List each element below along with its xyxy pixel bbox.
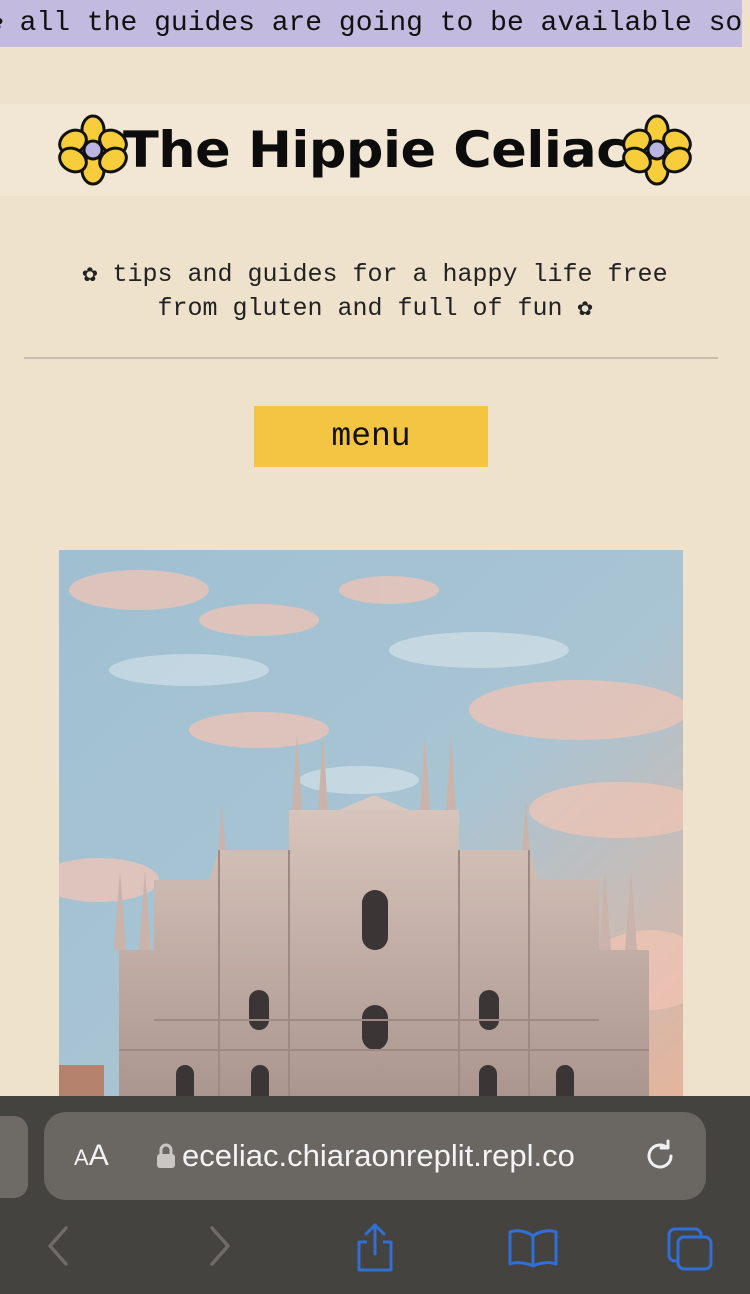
menu-button[interactable]: menu bbox=[254, 406, 488, 467]
reload-icon[interactable] bbox=[642, 1138, 678, 1174]
divider bbox=[24, 357, 718, 359]
site-title: The Hippie Celiac bbox=[123, 121, 627, 179]
banner-text: ✿ all the guides are going to be availab… bbox=[0, 8, 742, 39]
back-icon[interactable] bbox=[44, 1222, 72, 1270]
share-icon[interactable] bbox=[354, 1222, 396, 1274]
site-header: The Hippie Celiac bbox=[0, 104, 750, 196]
tabs-icon[interactable] bbox=[666, 1226, 714, 1272]
tagline-line-2: from gluten and full of fun ✿ bbox=[157, 294, 593, 323]
cathedral-photo bbox=[59, 550, 683, 1110]
tagline-line-1: ✿ tips and guides for a happy life free bbox=[82, 260, 668, 289]
text-size-button[interactable]: AA bbox=[74, 1136, 109, 1178]
site-tagline: ✿ tips and guides for a happy life free … bbox=[0, 258, 750, 326]
bookmarks-icon[interactable] bbox=[507, 1228, 559, 1268]
url-text[interactable]: eceliac.chiaraonreplit.repl.co bbox=[182, 1136, 632, 1176]
flower-icon bbox=[622, 114, 692, 186]
browser-toolbar: AA eceliac.chiaraonreplit.repl.co bbox=[0, 1096, 750, 1294]
forward-icon[interactable] bbox=[206, 1222, 234, 1270]
flower-icon bbox=[58, 114, 128, 186]
announcement-banner: ✿ all the guides are going to be availab… bbox=[0, 0, 742, 47]
hero-image bbox=[59, 550, 683, 1110]
address-bar[interactable]: AA eceliac.chiaraonreplit.repl.co bbox=[44, 1112, 706, 1200]
previous-tab-preview[interactable] bbox=[0, 1116, 28, 1198]
lock-icon bbox=[157, 1143, 175, 1168]
